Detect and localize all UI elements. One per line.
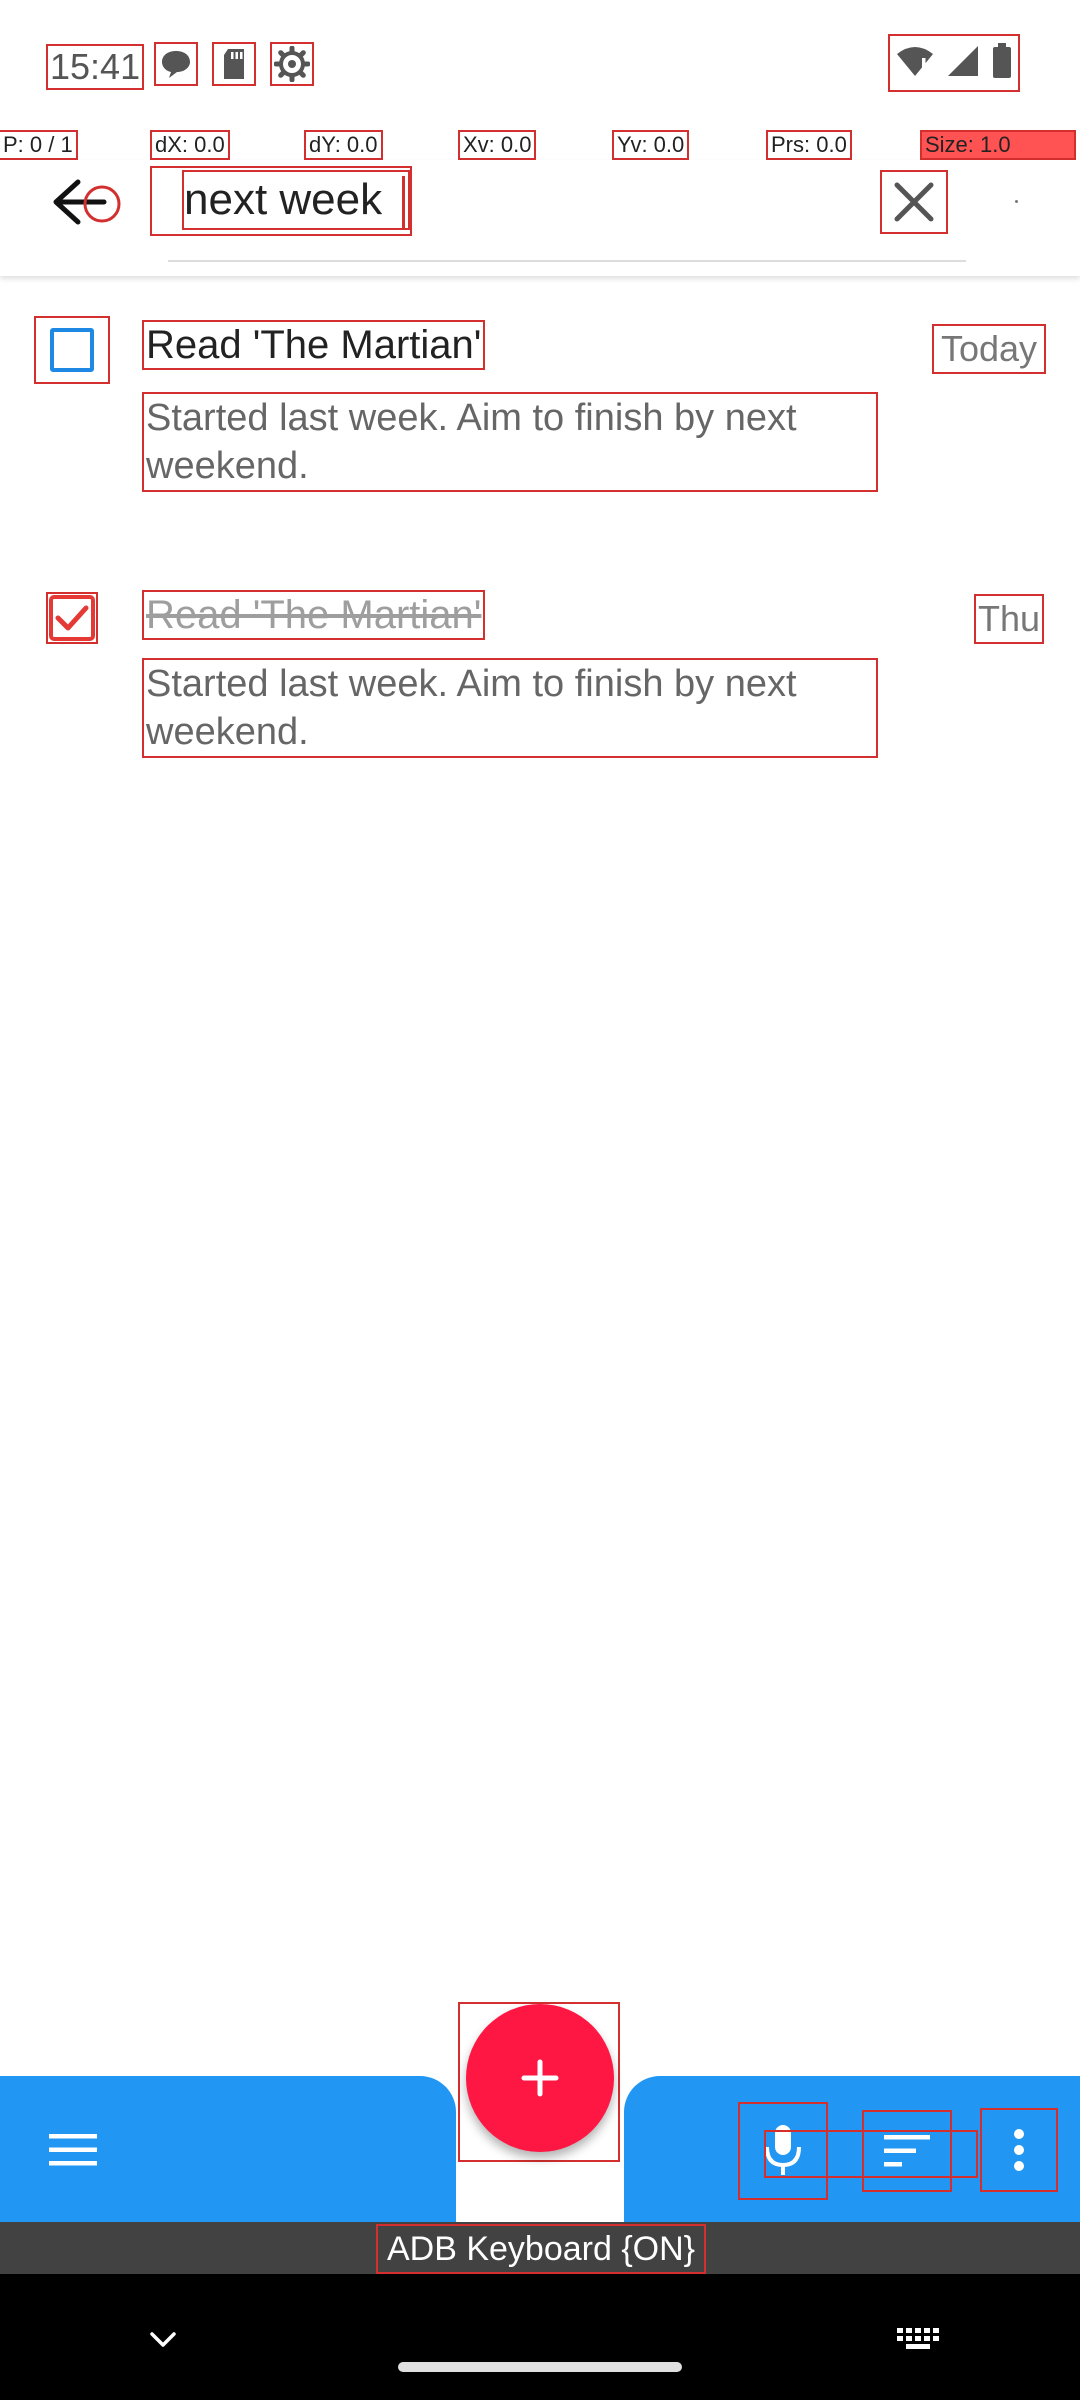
size-readout: Size: 1.0 xyxy=(920,130,1076,160)
clear-search-button[interactable] xyxy=(880,170,948,234)
task-checkbox[interactable] xyxy=(34,316,110,384)
back-button[interactable] xyxy=(48,176,124,228)
task-title[interactable]: Read 'The Martian' xyxy=(141,320,486,370)
battery-icon xyxy=(991,42,1013,84)
task-title[interactable]: Read 'The Martian' xyxy=(141,590,486,640)
pressure-readout: Prs: 0.0 xyxy=(766,130,852,160)
chat-bubble-icon xyxy=(154,42,198,86)
wifi-alert-icon xyxy=(895,44,935,83)
checkbox-unchecked-icon xyxy=(50,328,94,372)
checkbox-checked-icon xyxy=(46,592,98,644)
text-cursor xyxy=(402,176,405,228)
hide-keyboard-button[interactable] xyxy=(140,2322,186,2358)
keyboard-switcher-button[interactable] xyxy=(894,2322,944,2358)
close-icon xyxy=(894,182,934,222)
menu-button[interactable] xyxy=(36,2122,110,2178)
x-velocity-readout: Xv: 0.0 xyxy=(457,130,537,160)
overflow-dot xyxy=(1015,200,1018,203)
keyboard-icon xyxy=(897,2328,939,2349)
plus-icon xyxy=(521,2059,559,2097)
sort-icon xyxy=(884,2135,930,2167)
settings-gear-icon xyxy=(270,42,314,86)
status-time: 15:41 xyxy=(45,44,145,90)
delta-y-readout: dY: 0.0 xyxy=(304,130,383,160)
task-checkbox[interactable] xyxy=(36,586,108,650)
pointer-count-readout: P: 0 / 1 xyxy=(0,130,78,160)
home-gesture-handle[interactable] xyxy=(398,2362,682,2372)
signal-icon xyxy=(946,44,980,83)
sd-card-icon xyxy=(212,42,256,86)
search-input[interactable]: next week xyxy=(182,170,410,230)
search-underline xyxy=(168,260,966,262)
adb-keyboard-label: ADB Keyboard {ON} xyxy=(376,2224,706,2274)
more-vert-icon xyxy=(1014,2129,1024,2171)
add-task-button[interactable] xyxy=(466,2004,614,2152)
task-note[interactable]: Started last week. Aim to finish by next… xyxy=(142,392,878,492)
sort-button[interactable] xyxy=(862,2110,952,2192)
y-velocity-readout: Yv: 0.0 xyxy=(611,130,690,160)
task-due-date: Today xyxy=(932,324,1046,374)
delta-x-readout: dX: 0.0 xyxy=(150,130,230,160)
task-due-date: Thu xyxy=(974,594,1044,644)
system-status-icons xyxy=(888,34,1020,92)
chevron-down-icon xyxy=(150,2332,176,2347)
task-note[interactable]: Started last week. Aim to finish by next… xyxy=(142,658,878,758)
more-options-button[interactable] xyxy=(980,2108,1058,2192)
hamburger-menu-icon xyxy=(49,2134,97,2166)
